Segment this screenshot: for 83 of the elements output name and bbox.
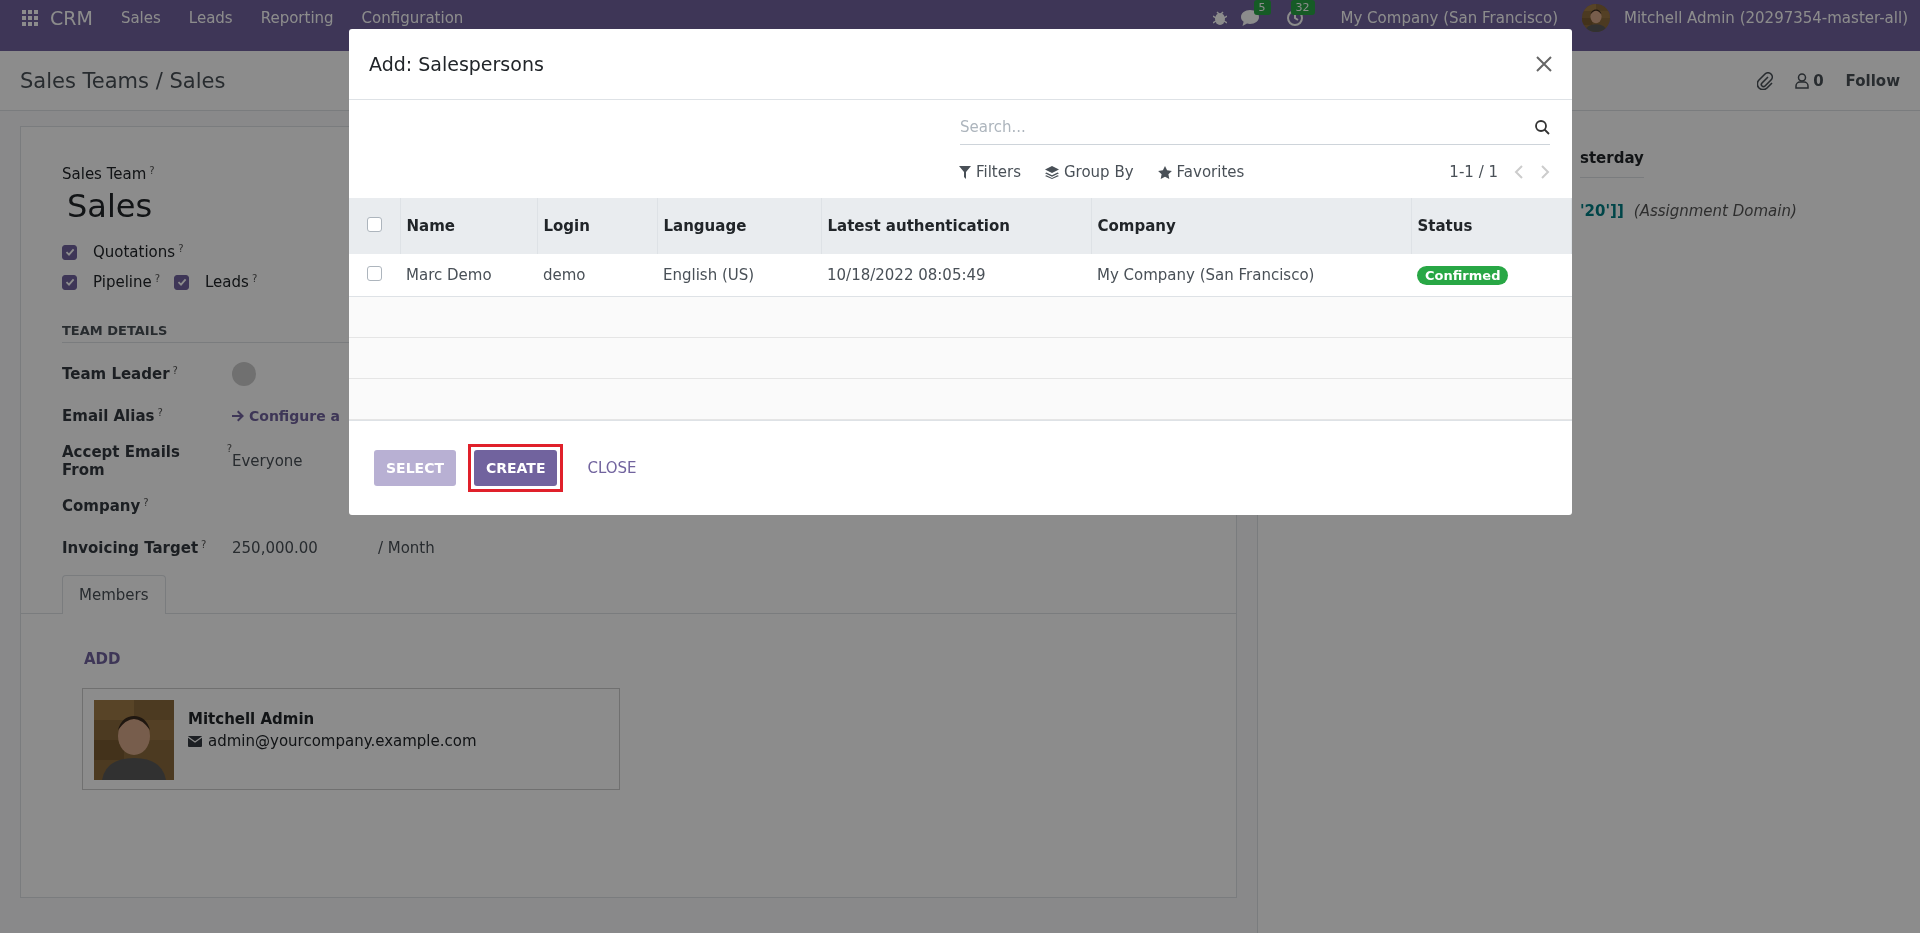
field-label: Accept Emails From bbox=[62, 443, 181, 479]
member-email: admin@yourcompany.example.com bbox=[208, 732, 477, 750]
status-badge: Confirmed bbox=[1417, 265, 1509, 285]
help-mark[interactable]: ? bbox=[154, 273, 161, 291]
pager-value: 1-1 / 1 bbox=[1449, 163, 1498, 181]
follower-count: 0 bbox=[1813, 71, 1824, 90]
facet-button[interactable]: Favorites bbox=[1157, 163, 1245, 181]
field-value: 250,000.00 bbox=[232, 539, 318, 557]
arrow-right-icon bbox=[232, 410, 244, 422]
column-header[interactable]: Language bbox=[657, 198, 821, 254]
field-label: Team Leader bbox=[62, 365, 170, 383]
help-mark[interactable]: ? bbox=[172, 365, 178, 383]
checkbox[interactable] bbox=[367, 265, 382, 281]
menu-item[interactable]: Sales bbox=[120, 8, 161, 27]
checkbox[interactable] bbox=[367, 216, 382, 232]
table-cell: English (US) bbox=[657, 254, 821, 297]
add-link[interactable]: ADD bbox=[84, 650, 121, 668]
member-card[interactable]: Mitchell Admin admin@yourcompany.example.com bbox=[82, 688, 620, 790]
date-separator: sterday bbox=[1580, 149, 1644, 178]
checkbox[interactable] bbox=[62, 244, 77, 260]
breadcrumb: Sales Teams / Sales bbox=[20, 68, 226, 93]
checkbox-label: Quotations bbox=[93, 243, 176, 261]
help-mark[interactable]: ? bbox=[251, 273, 258, 291]
table-cell: My Company (San Francisco) bbox=[1091, 254, 1411, 297]
menu-item[interactable]: Leads bbox=[188, 8, 233, 27]
close-icon[interactable] bbox=[1536, 56, 1552, 72]
app-name[interactable]: CRM bbox=[50, 6, 93, 29]
company-switcher[interactable]: My Company (San Francisco) bbox=[1340, 8, 1558, 27]
clock-icon[interactable] bbox=[1286, 9, 1303, 26]
dialog-title: Add: Salespersons bbox=[369, 53, 544, 75]
checkbox[interactable] bbox=[62, 274, 77, 290]
help-mark[interactable]: ? bbox=[149, 165, 155, 183]
user-menu[interactable]: Mitchell Admin (20297354-master-all) bbox=[1624, 8, 1908, 27]
field-label: Invoicing Target bbox=[62, 539, 199, 557]
check-icon bbox=[64, 247, 75, 257]
domain-value: '20']] bbox=[1580, 202, 1624, 220]
help-mark[interactable]: ? bbox=[226, 443, 232, 479]
column-header[interactable]: Login bbox=[537, 198, 657, 254]
tab[interactable]: Members bbox=[62, 575, 166, 614]
help-mark[interactable]: ? bbox=[178, 243, 184, 261]
column-header[interactable]: Latest authentication bbox=[821, 198, 1091, 254]
search-field[interactable]: Search... bbox=[960, 114, 1535, 140]
help-mark[interactable]: ? bbox=[201, 539, 207, 557]
table-cell: Marc Demo bbox=[400, 254, 537, 297]
table-cell: 10/18/2022 08:05:49 bbox=[821, 254, 1091, 297]
count-badge: 32 bbox=[1290, 0, 1315, 15]
follow-button[interactable]: Follow bbox=[1845, 71, 1900, 90]
column-header[interactable]: Status bbox=[1411, 198, 1572, 254]
member-name: Mitchell Admin bbox=[188, 710, 316, 728]
checkbox-label: Leads bbox=[205, 273, 249, 291]
chat-icon[interactable] bbox=[1240, 9, 1259, 26]
menu-item[interactable]: Reporting bbox=[260, 8, 334, 27]
field-suffix: / Month bbox=[377, 539, 435, 557]
person-icon[interactable] bbox=[1795, 72, 1810, 89]
help-mark[interactable]: ? bbox=[143, 497, 149, 515]
field-label: Sales Team bbox=[62, 165, 147, 183]
table-cell: demo bbox=[537, 254, 657, 297]
column-header[interactable]: Name bbox=[400, 198, 537, 254]
team-name: Sales bbox=[67, 187, 153, 225]
dialog-button[interactable]: CREATE bbox=[473, 450, 558, 486]
field-label: Company bbox=[62, 497, 141, 515]
layers-icon bbox=[1044, 165, 1059, 179]
bug-icon[interactable] bbox=[1212, 10, 1227, 25]
check-icon bbox=[64, 277, 75, 287]
check-icon bbox=[176, 277, 187, 287]
close-link[interactable]: CLOSE bbox=[575, 449, 649, 487]
filter-icon bbox=[959, 165, 971, 179]
column-header[interactable]: Company bbox=[1091, 198, 1411, 254]
configure-link[interactable]: Configure a bbox=[249, 408, 340, 424]
facet-button[interactable]: Group By bbox=[1044, 163, 1134, 181]
field-name: (Assignment Domain) bbox=[1633, 202, 1797, 220]
apps-menu-icon[interactable] bbox=[22, 9, 38, 26]
envelope-icon bbox=[188, 735, 202, 747]
field-value: Everyone bbox=[232, 452, 303, 470]
search-icon[interactable] bbox=[1535, 119, 1550, 135]
facet-button[interactable]: Filters bbox=[959, 163, 1021, 181]
checkbox-label: Pipeline bbox=[93, 273, 152, 291]
field-label: Email Alias bbox=[62, 407, 155, 425]
checkbox[interactable] bbox=[174, 274, 190, 290]
menu-item[interactable]: Configuration bbox=[361, 8, 464, 27]
help-mark[interactable]: ? bbox=[157, 407, 163, 425]
star-icon bbox=[1157, 165, 1172, 179]
paperclip-icon[interactable] bbox=[1757, 71, 1774, 90]
